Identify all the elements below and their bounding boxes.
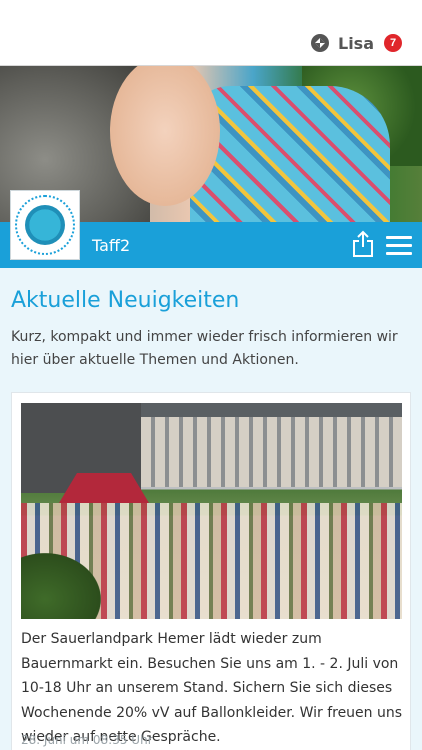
shop-logo [10,190,80,260]
news-date: 28. Juni um 08:35 Uhr [21,733,153,747]
news-photo [21,403,402,619]
notification-badge[interactable]: 7 [384,34,402,52]
section-intro: Kurz, kompakt und immer wieder frisch in… [11,329,398,368]
news-card[interactable]: Der Sauerlandpark Hemer lädt wieder zum … [11,392,411,750]
share-icon[interactable] [352,230,374,258]
section-title: Aktuelle Neuigkeiten [11,288,240,313]
top-bar: Lisa 7 [0,0,422,66]
user-name: Lisa [338,33,374,53]
hamburger-menu-icon[interactable] [386,236,412,255]
brand-logo-icon [311,34,329,52]
news-text: Der Sauerlandpark Hemer lädt wieder zum … [21,631,403,745]
user-menu[interactable]: Lisa 7 [310,33,402,53]
shop-title: Taff2 [92,236,131,255]
